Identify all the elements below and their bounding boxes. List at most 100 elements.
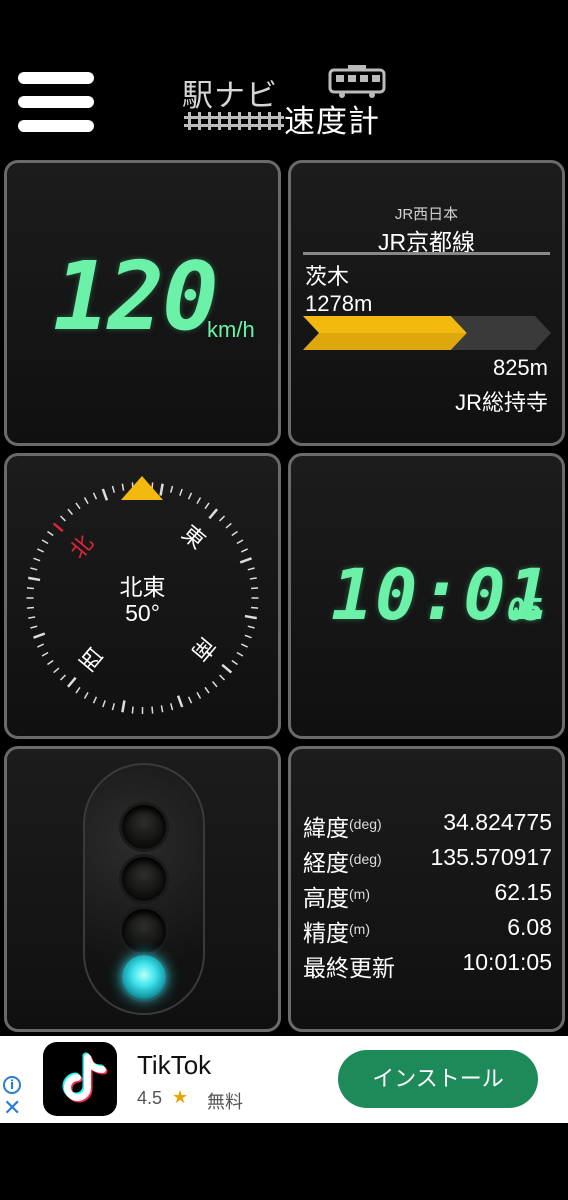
signal-lamp-4: [122, 955, 166, 999]
compass-tick: [236, 539, 244, 545]
line-divider: [303, 252, 550, 255]
compass-north-label: 北: [66, 531, 99, 564]
compass-tick: [169, 485, 174, 493]
logo-title-top: 駅ナビ: [182, 78, 278, 114]
signal-lamp-2: [122, 857, 166, 901]
compass-tick: [219, 515, 226, 522]
app-header: 駅ナビ 速度計: [0, 0, 568, 155]
compass-tick: [236, 651, 244, 657]
speed-value: 120: [53, 243, 219, 352]
app-logo: 駅ナビ 速度計: [180, 62, 390, 142]
previous-station-distance: 1278m: [305, 291, 373, 316]
compass-tick: [240, 548, 248, 553]
gps-label: 緯度(deg): [303, 815, 382, 841]
bottom-area: [0, 1123, 568, 1200]
menu-bar: [18, 120, 94, 132]
ad-rating: 4.5: [137, 1088, 163, 1108]
compass-tick: [111, 485, 116, 493]
compass-tick: [187, 492, 193, 500]
star-icon: ★: [172, 1087, 189, 1108]
ad-info-icon[interactable]: i: [3, 1076, 21, 1094]
compass-tick: [41, 651, 49, 657]
compass-direction: 北東: [119, 574, 166, 600]
ad-banner[interactable]: i ✕ TikTok 4.5 ★ 無料 インストール: [0, 1036, 568, 1123]
compass-tick: [208, 508, 219, 520]
compass-tick: [52, 522, 64, 533]
compass-tick: [59, 674, 66, 681]
gps-label: 高度(m): [303, 885, 370, 911]
compass-tick: [196, 497, 202, 504]
compass-tick: [83, 692, 89, 699]
compass-tick: [67, 508, 74, 515]
tiktok-logo-icon: [62, 1052, 108, 1103]
compass-tick: [102, 700, 106, 708]
compass-tick: [53, 667, 60, 674]
compass-tick: [196, 692, 202, 699]
ad-price: 無料: [207, 1092, 243, 1112]
signal-panel: [4, 746, 281, 1032]
compass-tick: [121, 700, 126, 713]
clock-panel: 10:01 05: [288, 453, 565, 739]
line-panel: JR西日本 JR京都線 茨木 1278m 825m JR総持寺: [288, 160, 565, 446]
heading-marker: [121, 476, 163, 500]
compass-tick: [187, 696, 193, 704]
compass-tick: [225, 522, 232, 529]
compass-tick: [204, 502, 210, 510]
compass-tick: [231, 659, 238, 666]
gps-value: 10:01:05: [462, 949, 552, 975]
compass-tick: [244, 634, 252, 639]
compass-tick: [47, 530, 54, 537]
gps-value: 135.570917: [430, 844, 552, 870]
compass-tick: [239, 557, 252, 564]
compass-tick: [211, 681, 218, 688]
compass-tick: [92, 696, 98, 704]
compass-tick: [33, 632, 46, 639]
gps-label: 経度(deg): [303, 850, 382, 876]
compass-west-label: 西: [76, 641, 109, 674]
compass-tick: [111, 703, 116, 711]
compass-tick: [219, 674, 226, 681]
railway-company: JR西日本: [394, 206, 459, 223]
signal-lamp-1: [122, 805, 166, 849]
compass-degrees: 50°: [125, 600, 160, 626]
previous-station: 茨木: [305, 264, 350, 289]
railway-signal: [83, 763, 205, 1015]
compass-tick: [66, 676, 77, 688]
compass-tick: [47, 659, 54, 666]
compass-tick: [204, 686, 210, 694]
compass-tick: [37, 643, 45, 648]
gps-row-last-updated: 最終更新 10:01:05: [303, 949, 552, 983]
rail-track-icon: [184, 112, 284, 130]
gps-row-latitude: 緯度(deg) 34.824775: [303, 809, 552, 843]
compass-tick: [131, 706, 134, 714]
compass-tick: [33, 557, 41, 562]
menu-bar: [18, 96, 94, 108]
compass-tick: [221, 663, 233, 674]
speed-unit: km/h: [207, 317, 255, 342]
compass-panel: 北 東 南 西 北東 50°: [4, 453, 281, 739]
clock-seconds: 05: [507, 593, 544, 628]
gps-row-accuracy: 精度(m) 6.08: [303, 914, 552, 948]
compass-tick: [151, 706, 154, 714]
compass-tick: [121, 483, 125, 491]
compass-tick: [240, 643, 248, 648]
menu-bar: [18, 72, 94, 84]
compass-tick: [83, 497, 89, 504]
ad-close-icon[interactable]: ✕: [3, 1098, 21, 1120]
next-station: JR総持寺: [455, 390, 548, 415]
gps-label: 精度(m): [303, 920, 370, 946]
compass-tick: [92, 492, 98, 500]
gps-value: 62.15: [494, 879, 552, 905]
compass-tick: [159, 483, 164, 496]
next-station-distance: 825m: [492, 355, 548, 380]
gps-value: 34.824775: [443, 809, 552, 835]
compass-tick: [160, 705, 164, 713]
compass-tick: [169, 703, 174, 711]
hamburger-menu-button[interactable]: [18, 72, 94, 132]
gps-label: 最終更新: [303, 955, 395, 981]
compass-south-label: 南: [186, 632, 219, 665]
compass-tick: [101, 488, 109, 501]
tiktok-app-icon[interactable]: [43, 1042, 117, 1116]
install-button[interactable]: インストール: [338, 1050, 538, 1108]
compass-tick: [179, 488, 183, 496]
